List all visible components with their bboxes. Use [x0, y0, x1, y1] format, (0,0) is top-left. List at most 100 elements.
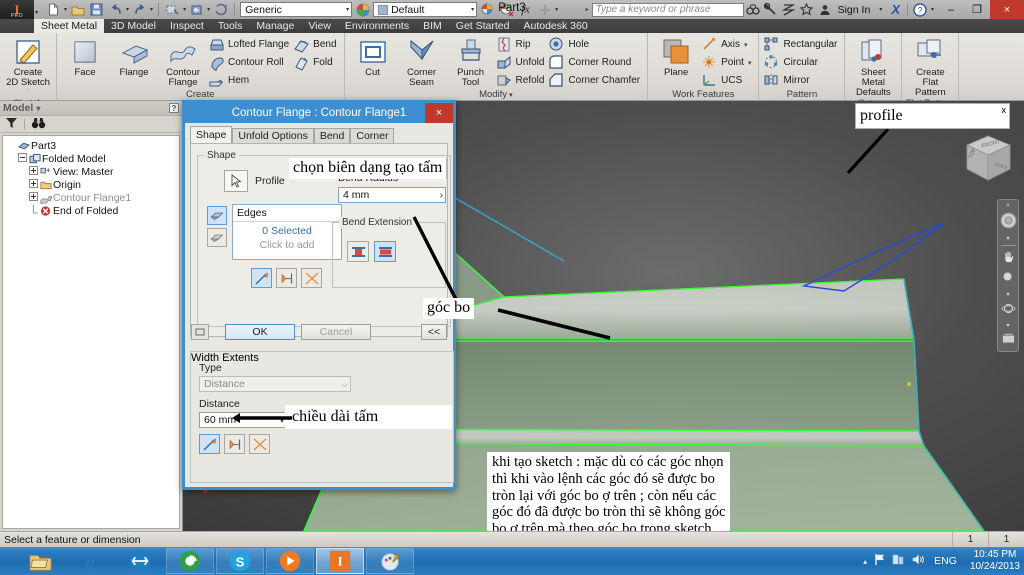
- redo-icon[interactable]: [131, 1, 148, 18]
- dialog-tab-shape[interactable]: Shape: [190, 126, 233, 143]
- network-icon[interactable]: [892, 553, 905, 569]
- navigation-bar[interactable]: × ▾ ▾ ▾: [997, 199, 1019, 352]
- extent-direction-1-button[interactable]: [251, 268, 272, 288]
- contour-roll-button[interactable]: Contour Roll: [208, 54, 292, 71]
- clear-appearance-override-icon[interactable]: [479, 1, 496, 18]
- material-combo[interactable]: Generic ▾: [240, 2, 353, 17]
- app-menu-caret-icon[interactable]: ▾: [34, 4, 41, 16]
- ribbon-tab-tools[interactable]: Tools: [211, 19, 250, 33]
- bend-extension-perpendicular-button[interactable]: [347, 241, 369, 262]
- taskbar-file-explorer[interactable]: [16, 548, 64, 574]
- edges-listbox[interactable]: Edges 0 Selected Click to add: [232, 204, 342, 260]
- width-type-select[interactable]: Distance ⌵: [199, 376, 351, 392]
- browser-help-badge[interactable]: ?: [169, 103, 179, 113]
- width-direction-2-button[interactable]: [224, 434, 245, 454]
- browser-tree[interactable]: Part3 Folded Model View: Master Origin Conto…: [2, 135, 180, 529]
- zoom-magnifier-icon[interactable]: [1001, 270, 1016, 288]
- new-file-caret-icon[interactable]: ▾: [64, 6, 67, 13]
- tree-expander-icon[interactable]: [17, 153, 28, 164]
- close-button[interactable]: ×: [990, 0, 1024, 19]
- ribbon-tab-environments[interactable]: Environments: [338, 19, 416, 33]
- redo-caret-icon[interactable]: ▾: [150, 6, 153, 13]
- ribbon-tab-bim[interactable]: BIM: [416, 19, 449, 33]
- ribbon-tab-manage[interactable]: Manage: [249, 19, 301, 33]
- ribbon-tab-inspect[interactable]: Inspect: [163, 19, 211, 33]
- ok-button[interactable]: OK: [225, 324, 295, 340]
- filter-icon[interactable]: [5, 117, 18, 132]
- hem-button[interactable]: Hem: [208, 72, 292, 89]
- orbit-icon[interactable]: [1001, 301, 1016, 319]
- sheet-metal-defaults-button[interactable]: Sheet Metal Defaults: [849, 35, 897, 98]
- unfold-button[interactable]: Unfold: [496, 54, 548, 71]
- restore-button[interactable]: ❐: [964, 0, 990, 19]
- ribbon-tab-sheet-metal[interactable]: Sheet Metal: [34, 19, 105, 33]
- zoom-caret-icon[interactable]: ▾: [1006, 291, 1009, 298]
- hole-button[interactable]: Hole: [548, 36, 643, 53]
- corner-round-button[interactable]: Corner Round: [548, 54, 643, 71]
- select-filter-caret-icon[interactable]: ▾: [183, 6, 186, 13]
- inventor-logo[interactable]: I PRO: [0, 0, 34, 19]
- bend-button[interactable]: Bend: [293, 36, 339, 53]
- create-flat-pattern-button[interactable]: Create Flat Pattern: [906, 35, 954, 98]
- autodesk-exchange-icon[interactable]: X: [887, 2, 904, 17]
- tree-item-origin[interactable]: Origin: [6, 178, 179, 191]
- profile-select-button[interactable]: [224, 170, 248, 192]
- help-icon[interactable]: ?: [911, 0, 929, 19]
- point-caret-icon[interactable]: ▾: [748, 59, 752, 67]
- face-button[interactable]: Face: [61, 35, 109, 78]
- language-indicator[interactable]: ENG: [931, 555, 960, 567]
- view-cube[interactable]: FRONT LEFT TOP: [960, 131, 1016, 187]
- taskbar-media-player[interactable]: [266, 548, 314, 574]
- tree-item-contour-flange1[interactable]: Contour Flange1: [6, 191, 179, 204]
- show-hidden-icons[interactable]: ▴: [863, 557, 867, 566]
- width-direction-1-button[interactable]: [199, 434, 220, 454]
- axis-caret-icon[interactable]: ▾: [744, 41, 748, 49]
- save-file-icon[interactable]: [88, 1, 105, 18]
- corner-seam-button[interactable]: Corner Seam: [398, 35, 446, 88]
- cancel-button[interactable]: Cancel: [301, 324, 371, 340]
- full-navigation-wheel-icon[interactable]: [1000, 212, 1017, 232]
- panel-modify-expand-caret-icon[interactable]: ▾: [509, 91, 513, 99]
- wrench-icon[interactable]: [762, 0, 780, 19]
- tree-item-part3[interactable]: Part3: [6, 139, 179, 152]
- find-binoculars-icon[interactable]: [31, 117, 46, 132]
- navbar-close-icon[interactable]: ×: [1006, 203, 1010, 209]
- taskbar-paint[interactable]: [366, 548, 414, 574]
- appearance-combo[interactable]: Default ▾: [373, 2, 478, 17]
- ribbon-tab-3d-model[interactable]: 3D Model: [104, 19, 163, 33]
- taskbar-internet-explorer[interactable]: e: [66, 548, 114, 574]
- cut-button[interactable]: Cut: [349, 35, 397, 78]
- clock[interactable]: 10:45 PM 10/24/2013: [966, 549, 1020, 573]
- sign-in-button[interactable]: Sign In: [834, 4, 875, 16]
- rip-button[interactable]: Rip: [496, 36, 548, 53]
- width-direction-3-button[interactable]: [249, 434, 270, 454]
- search-input[interactable]: Type a keyword or phrase: [591, 2, 744, 17]
- browser-header[interactable]: Model ▾ ?: [0, 101, 182, 116]
- material-browser-icon[interactable]: [354, 1, 371, 18]
- create-2d-sketch-caret-icon[interactable]: ˙: [27, 88, 30, 97]
- parameters-fx-icon[interactable]: fx: [517, 1, 534, 18]
- ucs-button[interactable]: UCS: [701, 72, 754, 89]
- extent-direction-2-button[interactable]: [276, 268, 297, 288]
- orbit-caret-icon[interactable]: ▾: [1006, 322, 1009, 329]
- plane-button[interactable]: Plane: [652, 35, 700, 78]
- taskbar-teamviewer[interactable]: [116, 548, 164, 574]
- adjust-appearance-icon[interactable]: [498, 1, 515, 18]
- open-file-icon[interactable]: [69, 1, 86, 18]
- refold-button[interactable]: Refold: [496, 72, 548, 89]
- action-center-flag-icon[interactable]: [873, 553, 886, 569]
- ribbon-tab-get-started[interactable]: Get Started: [449, 19, 517, 33]
- look-at-icon[interactable]: [1001, 332, 1016, 348]
- mirror-button[interactable]: Mirror: [763, 72, 840, 89]
- account-person-icon[interactable]: [816, 0, 834, 19]
- edge-deselect-mode-button[interactable]: [207, 228, 227, 247]
- annotation-profile-close-icon[interactable]: x: [1002, 105, 1007, 115]
- tree-expander-icon[interactable]: [28, 166, 39, 177]
- add-to-quick-access-icon[interactable]: [536, 1, 553, 18]
- navwheel-caret-icon[interactable]: ▾: [1006, 235, 1009, 242]
- ribbon-tab-view[interactable]: View: [301, 19, 338, 33]
- bend-radius-arrow-icon[interactable]: ›: [440, 190, 443, 201]
- taskbar-skype[interactable]: S: [216, 548, 264, 574]
- create-2d-sketch-button[interactable]: Create 2D Sketch ˙: [4, 35, 52, 98]
- tree-expander-icon[interactable]: [28, 192, 39, 203]
